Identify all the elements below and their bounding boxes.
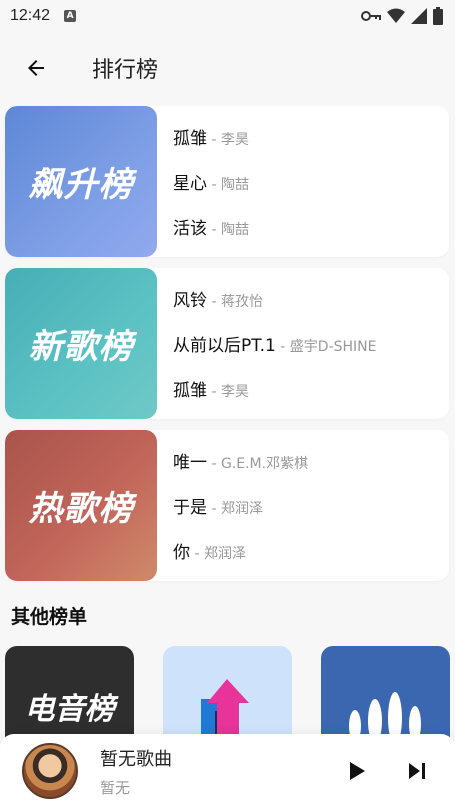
track-list: 风铃 - 蒋孜怡 从前以后PT.1 - 盛宇D-SHINE 孤雏 - 李昊	[157, 268, 449, 419]
song-title: 暂无歌曲	[100, 748, 172, 770]
track-artist: - 李昊	[207, 132, 249, 148]
section-title: 其他榜单	[11, 606, 88, 628]
other-chart-card[interactable]	[321, 646, 450, 746]
song-info: 暂无歌曲 暂无	[100, 745, 172, 798]
track-item: 活该 - 陶喆	[173, 214, 449, 239]
upload-logo-icon	[200, 679, 249, 739]
track-artist: - 蒋孜怡	[207, 294, 263, 310]
rank-cover: 热歌榜	[5, 430, 157, 581]
album-art-avatar[interactable]	[22, 743, 78, 799]
mini-player[interactable]: 暂无歌曲 暂无	[0, 734, 455, 808]
other-chart-cover-text: 电音榜	[24, 692, 115, 727]
skip-next-icon	[409, 763, 425, 779]
status-icons	[361, 7, 443, 25]
track-list: 孤雏 - 李昊 星心 - 陶喆 活该 - 陶喆	[157, 106, 449, 257]
track-name: 你	[173, 543, 190, 563]
track-item: 孤雏 - 李昊	[173, 124, 449, 149]
page-title: 排行榜	[92, 58, 159, 83]
track-name: 从前以后PT.1	[173, 336, 276, 356]
track-item: 于是 - 郑润泽	[173, 493, 449, 518]
rank-card-hot[interactable]: 热歌榜 唯一 - G.E.M.邓紫棋 于是 - 郑润泽 你 - 郑润泽	[5, 430, 449, 581]
track-artist: - G.E.M.邓紫棋	[207, 456, 309, 472]
track-item: 孤雏 - 李昊	[173, 376, 449, 401]
track-name: 风铃	[173, 291, 207, 311]
track-item: 唯一 - G.E.M.邓紫棋	[173, 448, 449, 473]
status-time: 12:42	[10, 7, 51, 24]
play-icon	[350, 762, 365, 780]
song-artist: 暂无	[100, 778, 131, 797]
status-bar: 12:42 A	[0, 0, 455, 32]
track-artist: - 李昊	[207, 384, 249, 400]
track-name: 孤雏	[173, 129, 207, 149]
track-name: 于是	[173, 498, 207, 518]
track-item: 你 - 郑润泽	[173, 538, 449, 563]
battery-icon	[433, 7, 443, 25]
track-list: 唯一 - G.E.M.邓紫棋 于是 - 郑润泽 你 - 郑润泽	[157, 430, 449, 581]
track-artist: - 郑润泽	[207, 501, 263, 517]
top-app-bar: 排行榜	[0, 40, 455, 96]
track-artist: - 郑润泽	[190, 546, 246, 562]
play-button[interactable]	[337, 751, 377, 791]
wifi-icon	[387, 8, 405, 23]
track-artist: - 陶喆	[207, 177, 249, 193]
vpn-key-icon	[361, 11, 381, 21]
notification-icon: A	[64, 10, 77, 22]
back-button[interactable]	[8, 40, 64, 96]
rank-cover: 新歌榜	[5, 268, 157, 419]
signal-icon	[411, 8, 427, 24]
track-name: 孤雏	[173, 381, 207, 401]
other-chart-card[interactable]: 电音榜	[5, 646, 134, 746]
rank-card-new[interactable]: 新歌榜 风铃 - 蒋孜怡 从前以后PT.1 - 盛宇D-SHINE 孤雏 - 李…	[5, 268, 449, 419]
track-item: 从前以后PT.1 - 盛宇D-SHINE	[173, 331, 449, 356]
track-artist: - 盛宇D-SHINE	[275, 339, 377, 355]
track-artist: - 陶喆	[207, 222, 249, 238]
rank-cover: 飙升榜	[5, 106, 157, 257]
track-name: 星心	[173, 174, 207, 194]
rank-list: 飙升榜 孤雏 - 李昊 星心 - 陶喆 活该 - 陶喆 新歌榜 风铃 - 蒋孜怡…	[5, 106, 449, 592]
other-chart-card[interactable]	[163, 646, 292, 746]
track-name: 活该	[173, 219, 207, 239]
arrow-back-icon	[28, 60, 44, 76]
track-item: 风铃 - 蒋孜怡	[173, 286, 449, 311]
next-button[interactable]	[397, 751, 437, 791]
rank-card-soaring[interactable]: 飙升榜 孤雏 - 李昊 星心 - 陶喆 活该 - 陶喆	[5, 106, 449, 257]
other-charts-row: 电音榜	[5, 646, 455, 746]
track-name: 唯一	[173, 453, 207, 473]
track-item: 星心 - 陶喆	[173, 169, 449, 194]
